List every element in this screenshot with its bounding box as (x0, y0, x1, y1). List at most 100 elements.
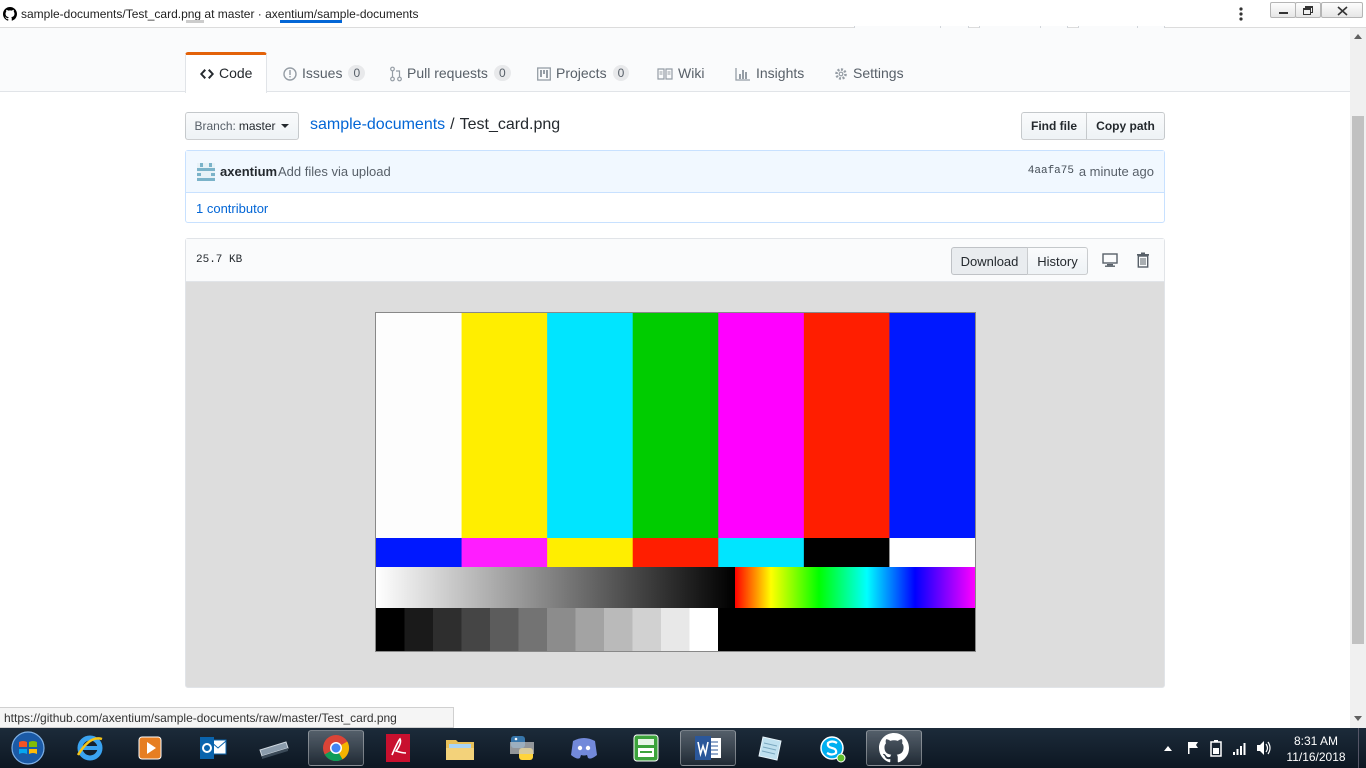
grey-step-8 (604, 608, 634, 651)
taskbar-skype[interactable] (804, 730, 860, 766)
action-center-flag-icon[interactable] (1186, 728, 1200, 768)
commit-message[interactable]: Add files via upload (278, 164, 391, 179)
branch-select-button[interactable]: Branch: master (185, 112, 299, 140)
reverse-bar-3 (632, 538, 719, 567)
download-button[interactable]: Download (951, 247, 1028, 275)
network-signal-icon[interactable] (1232, 728, 1248, 768)
color-bar-5 (803, 313, 891, 538)
show-desktop-button[interactable] (1358, 728, 1366, 768)
book-icon (657, 68, 673, 80)
avatar[interactable] (197, 163, 215, 181)
tab-issues-label: Issues (302, 65, 343, 81)
commit-author[interactable]: axentium (220, 164, 277, 179)
graph-icon (735, 68, 750, 81)
clock-time: 8:31 AM (1293, 734, 1339, 748)
scroll-down-arrow-icon[interactable] (1354, 716, 1362, 721)
taskbar-python[interactable] (494, 730, 550, 766)
find-file-button[interactable]: Find file (1021, 112, 1087, 140)
word-icon (695, 736, 721, 760)
github-logo-icon (3, 6, 17, 21)
black-block (718, 608, 975, 651)
taskbar-word[interactable] (680, 730, 736, 766)
breadcrumb: sample-documents / Test_card.png (310, 116, 560, 134)
taskbar-github-desktop[interactable] (866, 730, 922, 766)
trash-icon[interactable] (1136, 252, 1150, 268)
history-button[interactable]: History (1027, 247, 1088, 275)
taskbar-notepad[interactable] (742, 730, 798, 766)
skype-icon (820, 736, 846, 763)
tab-insights-label: Insights (756, 65, 805, 81)
color-bar-4 (718, 313, 805, 538)
issue-opened-icon (283, 67, 297, 81)
git-pull-request-icon (390, 66, 402, 82)
grey-step-10 (661, 608, 691, 651)
tab-issues[interactable]: Issues 0 (283, 52, 366, 92)
close-button[interactable] (1321, 2, 1363, 18)
tab-wiki[interactable]: Wiki (657, 52, 704, 92)
taskbar-clock[interactable]: 8:31 AM 11/16/2018 (1280, 733, 1352, 765)
taskbar-acrobat[interactable] (370, 730, 426, 766)
color-bar-6 (889, 313, 976, 538)
restore-button[interactable] (1295, 2, 1321, 18)
battery-icon[interactable] (1209, 728, 1223, 768)
start-button-icon[interactable] (4, 729, 50, 767)
reverse-bar-0 (376, 538, 463, 567)
browser-menu-icon[interactable] (1234, 4, 1248, 24)
color-bar-2 (547, 313, 634, 538)
commit-sha[interactable]: 4aafa75 (1028, 165, 1074, 177)
file-box: 25.7 KB Download History (185, 238, 1165, 688)
taskbar-calculator[interactable] (618, 730, 674, 766)
taskbar-chrome[interactable] (308, 730, 364, 766)
scroll-up-arrow-icon[interactable] (1354, 34, 1362, 39)
file-size: 25.7 KB (196, 254, 243, 266)
taskbar-outlook[interactable] (185, 730, 241, 766)
project-icon (537, 67, 551, 81)
status-url: https://github.com/axentium/sample-docum… (4, 711, 397, 725)
dropdown-caret-icon (280, 124, 289, 128)
tab-insights[interactable]: Insights (735, 52, 804, 92)
taskbar-file-explorer[interactable] (432, 730, 488, 766)
taskbar-discord[interactable] (556, 730, 612, 766)
grey-step-4 (490, 608, 520, 651)
contributors-link[interactable]: 1 contributor (196, 201, 268, 216)
python-icon (510, 736, 534, 760)
grey-step-7 (575, 608, 605, 651)
commit-tease-box: axentium Add files via upload 4aafa75 a … (185, 150, 1165, 223)
show-hidden-icons-icon[interactable] (1163, 728, 1173, 768)
repo-nav: Code Issues 0 Pull requests 0 Projects 0… (0, 20, 1350, 93)
grey-step-1 (404, 608, 434, 651)
commit-tease: axentium Add files via upload 4aafa75 a … (186, 151, 1164, 193)
page-scrollbar[interactable] (1350, 28, 1366, 728)
commit-time: a minute ago (1078, 164, 1154, 179)
tab-code[interactable]: Code (185, 52, 268, 93)
taskbar-internet-explorer[interactable] (62, 730, 118, 766)
grey-ramp (376, 567, 734, 608)
copy-path-button[interactable]: Copy path (1086, 112, 1165, 140)
minimize-button[interactable] (1270, 2, 1296, 18)
taskbar-media-player[interactable] (122, 730, 178, 766)
grey-step-2 (433, 608, 463, 651)
tab-projects[interactable]: Projects 0 (537, 52, 630, 92)
grey-step-0 (376, 608, 406, 651)
color-bar-3 (632, 313, 719, 538)
internet-explorer-icon (76, 735, 103, 761)
scanner-icon (259, 741, 289, 759)
status-bar: https://github.com/axentium/sample-docum… (0, 707, 454, 728)
github-desktop-icon (879, 733, 909, 763)
tab-pull-requests[interactable]: Pull requests 0 (390, 52, 511, 92)
grey-step-6 (547, 608, 577, 651)
breadcrumb-repo-link[interactable]: sample-documents (310, 116, 445, 133)
volume-icon[interactable] (1256, 728, 1272, 768)
branch-name: master (238, 119, 276, 133)
media-player-icon (138, 736, 162, 760)
test-card-image (375, 312, 976, 652)
branch-prefix: Branch: (194, 119, 236, 133)
tab-settings[interactable]: Settings (834, 52, 904, 92)
desktop-icon[interactable] (1102, 252, 1118, 268)
issues-counter: 0 (348, 65, 366, 81)
tab-projects-label: Projects (556, 65, 607, 81)
grey-step-5 (518, 608, 548, 651)
taskbar-scanner[interactable] (246, 730, 302, 766)
scroll-thumb[interactable] (1352, 116, 1364, 644)
outlook-icon (200, 737, 227, 759)
